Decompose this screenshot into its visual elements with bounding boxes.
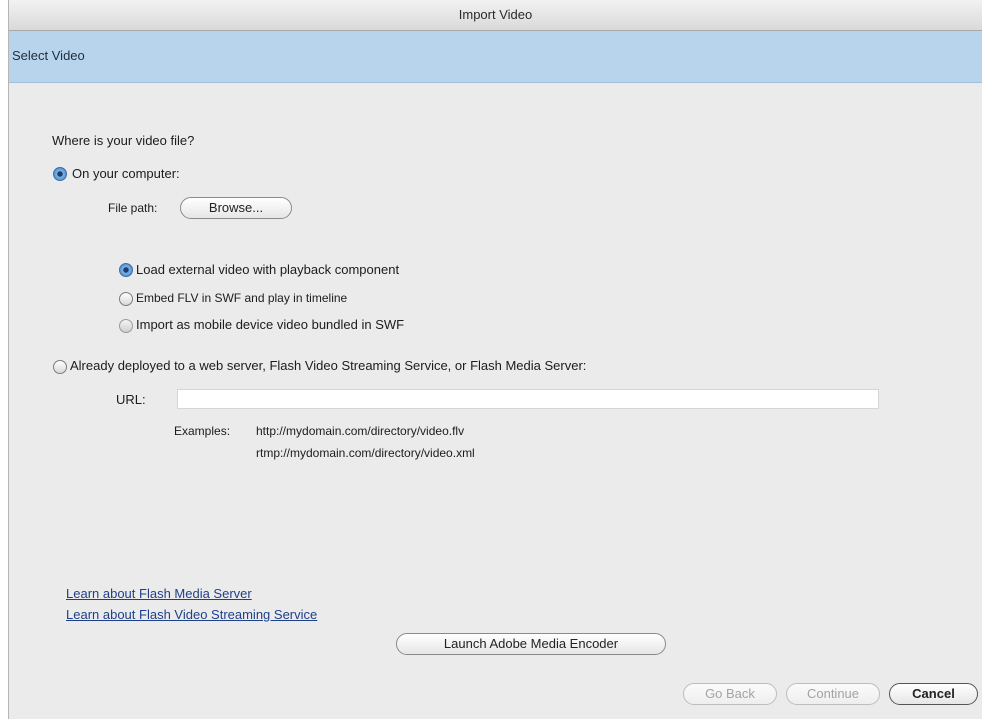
- server-radio-label[interactable]: Already deployed to a web server, Flash …: [70, 358, 586, 373]
- go-back-button[interactable]: Go Back: [683, 683, 777, 705]
- url-input[interactable]: [177, 389, 879, 409]
- step-title: Select Video: [12, 48, 85, 63]
- step-header: Select Video: [9, 31, 982, 83]
- learn-flash-media-server-link[interactable]: Learn about Flash Media Server: [66, 586, 252, 601]
- sub-option-label-mobile[interactable]: Import as mobile device video bundled in…: [136, 317, 404, 332]
- url-label: URL:: [116, 392, 146, 407]
- examples-label: Examples:: [174, 424, 231, 438]
- computer-radio[interactable]: [53, 167, 67, 181]
- import-video-window: Import Video Select Video Where is your …: [8, 0, 982, 719]
- sub-option-radio-mobile[interactable]: [119, 319, 133, 333]
- file-path-label: File path:: [108, 201, 158, 215]
- sub-option-radio-embed-flv[interactable]: [119, 292, 133, 306]
- launch-media-encoder-button[interactable]: Launch Adobe Media Encoder: [396, 633, 666, 655]
- cancel-button[interactable]: Cancel: [889, 683, 978, 705]
- sub-option-label-load-external[interactable]: Load external video with playback compon…: [136, 262, 399, 277]
- server-radio[interactable]: [53, 360, 67, 374]
- example-http: http://mydomain.com/directory/video.flv: [256, 424, 465, 438]
- sub-option-radio-load-external[interactable]: [119, 263, 133, 277]
- continue-button[interactable]: Continue: [786, 683, 880, 705]
- window-title: Import Video: [9, 0, 982, 31]
- sub-option-label-embed-flv[interactable]: Embed FLV in SWF and play in timeline: [136, 291, 347, 305]
- question-label: Where is your video file?: [52, 133, 195, 148]
- learn-flash-video-streaming-link[interactable]: Learn about Flash Video Streaming Servic…: [66, 607, 317, 622]
- computer-radio-label[interactable]: On your computer:: [72, 166, 180, 181]
- example-rtmp: rtmp://mydomain.com/directory/video.xml: [256, 446, 475, 460]
- browse-button[interactable]: Browse...: [180, 197, 292, 219]
